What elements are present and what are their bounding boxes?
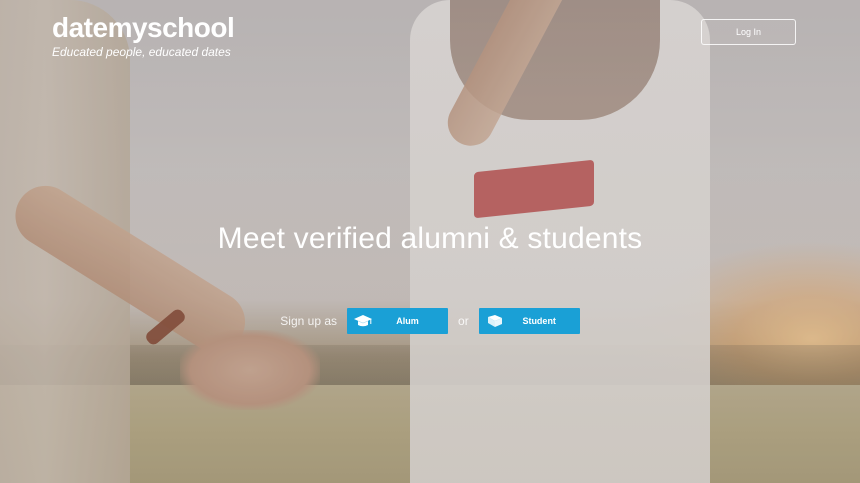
signup-prefix: Sign up as bbox=[280, 314, 338, 328]
book-icon bbox=[485, 314, 505, 328]
hero-headline: Meet verified alumni & students bbox=[217, 222, 643, 255]
login-button[interactable]: Log In bbox=[701, 19, 796, 45]
brand-tagline: Educated people, educated dates bbox=[52, 45, 231, 59]
signup-student-button[interactable]: Student bbox=[478, 308, 580, 334]
brand-name: datemyschool bbox=[52, 12, 235, 43]
signup-row: Sign up as Alum or Student bbox=[0, 308, 860, 334]
signup-alum-button[interactable]: Alum bbox=[347, 308, 449, 334]
or-separator: or bbox=[458, 314, 469, 328]
student-label: Student bbox=[522, 316, 556, 326]
brand-logo[interactable]: datemyschool Educated people, educated d… bbox=[52, 12, 235, 60]
alum-label: Alum bbox=[396, 316, 419, 326]
graduation-cap-icon bbox=[353, 314, 373, 328]
